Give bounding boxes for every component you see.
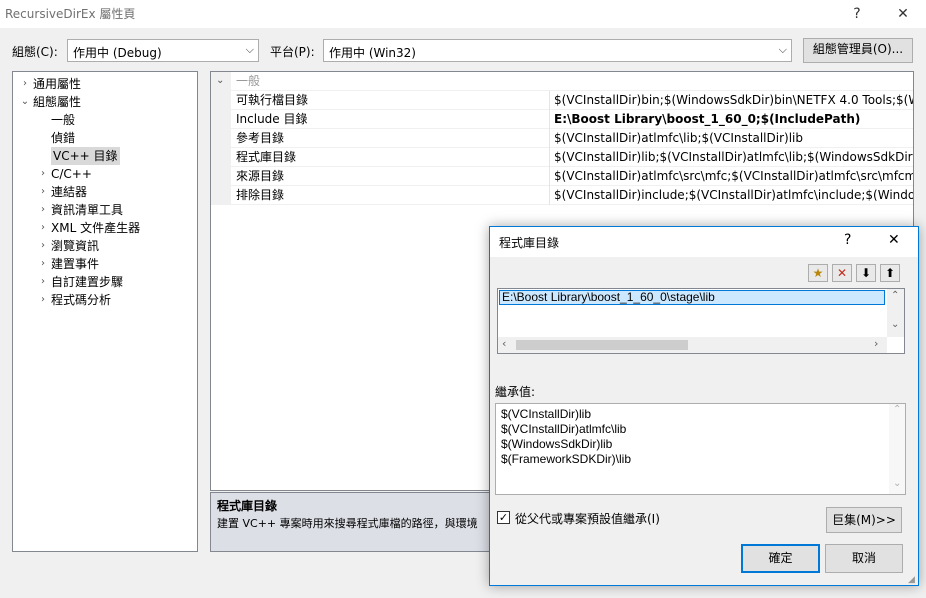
grid-row-name[interactable]: 排除目錄 [236,186,284,204]
platform-value: 作用中 (Win32) [329,46,416,60]
grid-row-name[interactable]: 程式庫目錄 [236,148,296,166]
tree-item-label[interactable]: 通用屬性 [33,75,81,93]
tree-item-label[interactable]: C/C++ [51,165,92,183]
grid-row-value[interactable]: $(VCInstallDir)lib;$(VCInstallDir)atlmfc… [554,148,913,166]
resize-grip-icon[interactable]: ◢ [908,575,915,585]
dialog-titlebar: 程式庫目錄 ? ✕ [490,227,918,257]
grid-row-name[interactable]: 參考目錄 [236,129,284,147]
close-icon[interactable]: ✕ [893,4,913,24]
chevron-down-icon: ⌄ [216,75,225,86]
tree-item-label[interactable]: 偵錯 [51,129,75,147]
tree-item-label[interactable]: 自訂建置步驟 [51,273,123,291]
config-value: 作用中 (Debug) [73,46,162,60]
platform-label: 平台(P): [270,45,315,59]
help-icon[interactable]: ? [847,4,867,24]
inherited-scrollbar[interactable]: ⌃ ⌄ [889,404,905,494]
dialog-title: 程式庫目錄 [499,236,560,250]
config-manager-button[interactable]: 組態管理員(O)... [803,38,913,63]
grid-row[interactable]: 參考目錄 $(VCInstallDir)atlmfc\lib;$(VCInstal… [211,129,913,148]
inherited-value: $(VCInstallDir)lib [501,407,592,421]
library-dirs-dialog: 程式庫目錄 ? ✕ ★ ✕ ⬇ ⬆ E:\Boost Library\boost… [489,226,919,586]
tree-item-label[interactable]: XML 文件產生器 [51,219,140,237]
list-item-text[interactable]: E:\Boost Library\boost_1_60_0\stage\lib [502,291,715,304]
tree-item-label[interactable]: 一般 [51,111,75,129]
grid-row-name[interactable]: 可執行檔目錄 [236,91,308,109]
config-label: 組態(C): [12,45,58,59]
new-folder-icon[interactable]: ★ [808,264,828,282]
scroll-up-icon[interactable]: ⌃ [891,290,899,301]
grid-category-row[interactable]: ⌄ 一般 [211,72,913,91]
property-tree: › 通用屬性 ⌄ 組態屬性 一般 偵錯 VC++ 目錄 › C/C++ › 連結器 › 資訊清單工具 › X… [12,71,198,552]
grid-row-value[interactable]: $(VCInstallDir)atlmfc\lib;$(VCInstallDir… [554,129,803,147]
dialog-close-icon[interactable]: ✕ [888,232,900,248]
inherited-value: $(VCInstallDir)atlmfc\lib [501,422,627,436]
directory-list[interactable]: E:\Boost Library\boost_1_60_0\stage\lib … [497,288,905,354]
inherited-value: $(FrameworkSDKDir)\lib [501,452,632,466]
chevron-right-icon[interactable]: › [37,291,49,309]
tree-item-label[interactable]: VC++ 目錄 [51,147,120,165]
scroll-thumb[interactable] [516,340,688,350]
chevron-right-icon[interactable]: › [19,75,31,93]
grid-row[interactable]: Include 目錄 E:\Boost Library\boost_1_60_0;… [211,110,913,129]
tree-item-label[interactable]: 連結器 [51,183,87,201]
chevron-right-icon[interactable]: › [37,165,49,183]
dialog-help-icon[interactable]: ? [844,232,851,248]
chevron-down-icon[interactable]: ⌄ [19,93,31,111]
chevron-right-icon[interactable]: › [37,255,49,273]
chevron-right-icon[interactable]: › [37,273,49,291]
checkmark-icon: ✓ [498,511,509,524]
cancel-button[interactable]: 取消 [825,544,903,573]
chevron-right-icon[interactable]: › [37,201,49,219]
vertical-scrollbar[interactable]: ⌃ ⌄ [887,289,904,337]
grid-row[interactable]: 程式庫目錄 $(VCInstallDir)lib;$(VCInstallDir)a… [211,148,913,167]
tree-item-label[interactable]: 程式碼分析 [51,291,111,309]
tree-item-label[interactable]: 建置事件 [51,255,99,273]
delete-icon[interactable]: ✕ [832,264,852,282]
platform-combo[interactable]: 作用中 (Win32) ⌵ [323,39,792,62]
grid-row[interactable]: 排除目錄 $(VCInstallDir)include;$(VCInstallDi… [211,186,913,205]
move-down-icon[interactable]: ⬇ [856,264,876,282]
config-combo[interactable]: 作用中 (Debug) ⌵ [67,39,259,62]
scroll-right-icon[interactable]: › [874,337,878,350]
grid-row-name[interactable]: 來源目錄 [236,167,284,185]
scroll-left-icon[interactable]: ‹ [502,337,506,350]
description-text: 建置 VC++ 專案時用來搜尋程式庫檔的路徑，與環境 [217,517,478,530]
grid-row[interactable]: 來源目錄 $(VCInstallDir)atlmfc\src\mfc;$(VCIn… [211,167,913,186]
inherited-values-box: $(VCInstallDir)lib $(VCInstallDir)atlmfc\… [495,403,906,495]
grid-row-value[interactable]: $(VCInstallDir)atlmfc\src\mfc;$(VCInstal… [554,167,913,185]
inherited-label: 繼承值: [495,385,536,399]
inherit-checkbox[interactable]: ✓ [497,511,510,524]
description-title: 程式庫目錄 [217,499,278,513]
ok-button[interactable]: 確定 [741,544,820,573]
chevron-right-icon[interactable]: › [37,219,49,237]
chevron-right-icon[interactable]: › [37,183,49,201]
grid-row-value[interactable]: E:\Boost Library\boost_1_60_0;$(IncludeP… [554,110,860,128]
tree-item-label[interactable]: 資訊清單工具 [51,201,123,219]
grid-row-name[interactable]: Include 目錄 [236,110,308,128]
horizontal-scrollbar[interactable]: ‹ › [498,337,887,353]
window-titlebar: RecursiveDirEx 屬性頁 ? ✕ [0,0,926,28]
list-item[interactable]: E:\Boost Library\boost_1_60_0\stage\lib [499,290,885,305]
chevron-right-icon[interactable]: › [37,237,49,255]
move-up-icon[interactable]: ⬆ [880,264,900,282]
scroll-down-icon[interactable]: ⌄ [893,478,901,489]
scroll-up-icon[interactable]: ⌃ [893,404,901,415]
chevron-down-icon: ⌵ [245,43,254,56]
inherit-checkbox-label[interactable]: 從父代或專案預設值繼承(I) [515,510,660,527]
inherited-value: $(WindowsSdkDir)lib [501,437,613,451]
scroll-down-icon[interactable]: ⌄ [891,319,899,330]
grid-row-value[interactable]: $(VCInstallDir)bin;$(WindowsSdkDir)bin\N… [554,91,913,109]
tree-item-label[interactable]: 組態屬性 [33,93,81,111]
grid-row[interactable]: 可執行檔目錄 $(VCInstallDir)bin;$(WindowsSdkDir… [211,91,913,110]
macros-button[interactable]: 巨集(M)>> [826,507,902,533]
grid-category-label: 一般 [236,74,261,88]
tree-item-label[interactable]: 瀏覽資訊 [51,237,99,255]
description-panel: 程式庫目錄 建置 VC++ 專案時用來搜尋程式庫檔的路徑，與環境 [210,492,500,552]
grid-row-value[interactable]: $(VCInstallDir)include;$(VCInstallDir)at… [554,186,913,204]
chevron-down-icon: ⌵ [778,43,787,56]
window-title: RecursiveDirEx 屬性頁 [5,7,136,21]
